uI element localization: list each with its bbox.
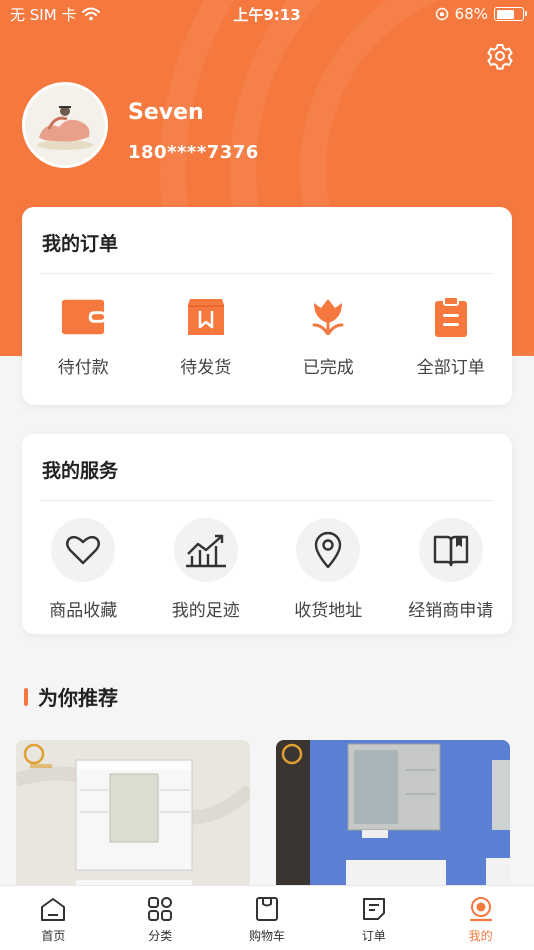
user-phone: 180****7376 (128, 142, 259, 163)
product-image (16, 740, 250, 890)
tab-category[interactable]: 分类 (107, 886, 214, 950)
tab-mine[interactable]: 我的 (427, 886, 534, 950)
services-card: 我的服务 商品收藏 我的足迹 收货地址 经销商申请 (22, 434, 512, 634)
service-label: 收货地址 (294, 601, 363, 621)
battery-icon (494, 7, 527, 21)
product-image (276, 740, 510, 890)
order-pending-payment[interactable]: 待付款 (22, 295, 145, 378)
profile-icon (469, 897, 492, 922)
wallet-icon (60, 295, 107, 339)
order-label: 待付款 (57, 358, 109, 378)
tab-label: 分类 (148, 929, 173, 943)
book-icon (418, 518, 483, 582)
user-name: Seven (128, 100, 204, 125)
battery-percent: 68% (454, 5, 488, 23)
tab-label: 我的 (468, 929, 493, 943)
clipboard-icon (428, 295, 474, 339)
order-label: 已完成 (302, 358, 354, 378)
recommend-header: 为你推荐 (24, 682, 118, 711)
tulip-icon (305, 295, 351, 339)
status-bar: 无 SIM 卡 上午9:13 68% (0, 0, 534, 28)
tab-label: 购物车 (248, 929, 285, 943)
order-pending-shipment[interactable]: 待发货 (145, 295, 268, 378)
order-label: 待发货 (180, 358, 232, 378)
order-completed[interactable]: 已完成 (267, 295, 390, 378)
service-address[interactable]: 收货地址 (267, 518, 390, 621)
settings-gear-icon[interactable] (486, 42, 514, 70)
bottom-tab-bar: 首页 分类 购物车 订单 我的 (0, 885, 534, 950)
divider (40, 273, 494, 274)
service-label: 经销商申请 (408, 601, 494, 621)
order-label: 全部订单 (416, 358, 485, 378)
orientation-lock-icon (435, 7, 448, 21)
service-dealer-application[interactable]: 经销商申请 (390, 518, 513, 621)
tab-home[interactable]: 首页 (0, 886, 107, 950)
service-label: 我的足迹 (171, 601, 240, 621)
services-title: 我的服务 (42, 460, 119, 482)
avatar[interactable] (22, 82, 108, 168)
order-list-icon (362, 898, 385, 920)
home-icon (41, 898, 66, 921)
tab-label: 订单 (361, 929, 386, 943)
order-all[interactable]: 全部订单 (390, 295, 513, 378)
avatar-image (25, 85, 105, 165)
heart-icon (51, 518, 116, 582)
shopping-bag-icon (255, 897, 278, 921)
orders-title: 我的订单 (42, 233, 119, 255)
tab-cart[interactable]: 购物车 (214, 886, 321, 950)
package-icon (183, 295, 229, 339)
orders-card: 我的订单 待付款 待发货 已完成 全部订单 (22, 207, 512, 405)
location-pin-icon (296, 518, 361, 582)
service-footprints[interactable]: 我的足迹 (145, 518, 268, 621)
service-favorites[interactable]: 商品收藏 (22, 518, 145, 621)
service-label: 商品收藏 (49, 601, 118, 621)
product-card[interactable] (276, 740, 510, 890)
product-card[interactable] (16, 740, 250, 890)
category-grid-icon (148, 897, 173, 921)
tab-orders[interactable]: 订单 (320, 886, 427, 950)
tab-label: 首页 (41, 929, 66, 943)
divider (40, 500, 494, 501)
section-marker (24, 687, 28, 706)
trend-chart-icon (173, 518, 238, 582)
recommend-title: 为你推荐 (38, 686, 118, 710)
